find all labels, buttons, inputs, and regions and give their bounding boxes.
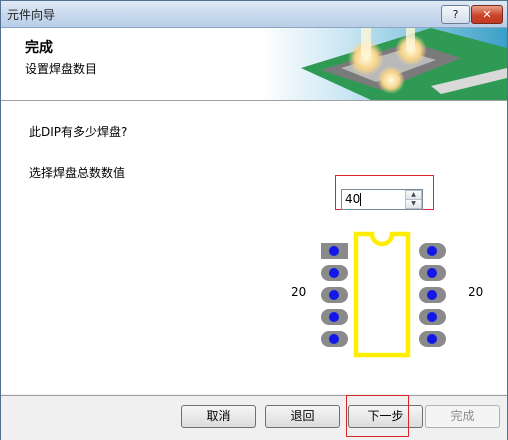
wizard-content: 此DIP有多少焊盘? 选择焊盘总数数值 40 ▲ ▼ 20 20: [1, 101, 507, 394]
pad: [419, 309, 446, 325]
wizard-header: 完成 设置焊盘数目: [1, 28, 507, 101]
pad: [321, 287, 348, 303]
page-title: 完成: [25, 40, 53, 56]
help-button[interactable]: ?: [441, 5, 470, 24]
pad-hole: [427, 312, 437, 322]
pad-hole: [427, 268, 437, 278]
pad-hole: [329, 246, 339, 256]
pad: [321, 309, 348, 325]
pad-question: 此DIP有多少焊盘?: [29, 125, 128, 139]
pad: [321, 331, 348, 347]
text-cursor: [360, 193, 361, 206]
pad-hole: [329, 312, 339, 322]
pad: [419, 243, 446, 259]
pad-hole: [329, 290, 339, 300]
pad: [321, 265, 348, 281]
cancel-button[interactable]: 取消: [181, 405, 256, 428]
pad-hole: [427, 334, 437, 344]
pad-hole: [427, 290, 437, 300]
pcb-banner-image: [261, 28, 507, 100]
right-pin-count: 20: [468, 285, 484, 299]
finish-button: 完成: [425, 405, 500, 428]
pad-hole: [427, 246, 437, 256]
pad-hole: [329, 334, 339, 344]
pad-count-label: 选择焊盘总数数值: [29, 166, 126, 180]
next-highlight-box: [346, 395, 409, 437]
close-button[interactable]: ✕: [471, 5, 503, 24]
back-button[interactable]: 退回: [265, 405, 340, 428]
page-subtitle: 设置焊盘数目: [25, 62, 98, 76]
component-wizard-window: 元件向导 ? ✕ 完成 设置焊盘数目 此DIP有多少焊盘? 选择焊盘总数数值 4…: [0, 0, 508, 440]
pad-hole: [329, 268, 339, 278]
pad-count-spinner[interactable]: 40 ▲ ▼: [341, 189, 423, 210]
left-pin-count: 20: [291, 285, 307, 299]
pad: [419, 331, 446, 347]
pad: [419, 265, 446, 281]
title-bar[interactable]: 元件向导 ? ✕: [1, 1, 507, 28]
spin-down-button[interactable]: ▼: [405, 199, 422, 209]
dip-outline: [353, 231, 411, 358]
pad: [321, 243, 348, 259]
button-bar: 取消 退回 下一步 完成: [1, 395, 507, 440]
window-title: 元件向导: [7, 8, 56, 22]
pad-count-input[interactable]: 40: [345, 192, 360, 206]
pad: [419, 287, 446, 303]
